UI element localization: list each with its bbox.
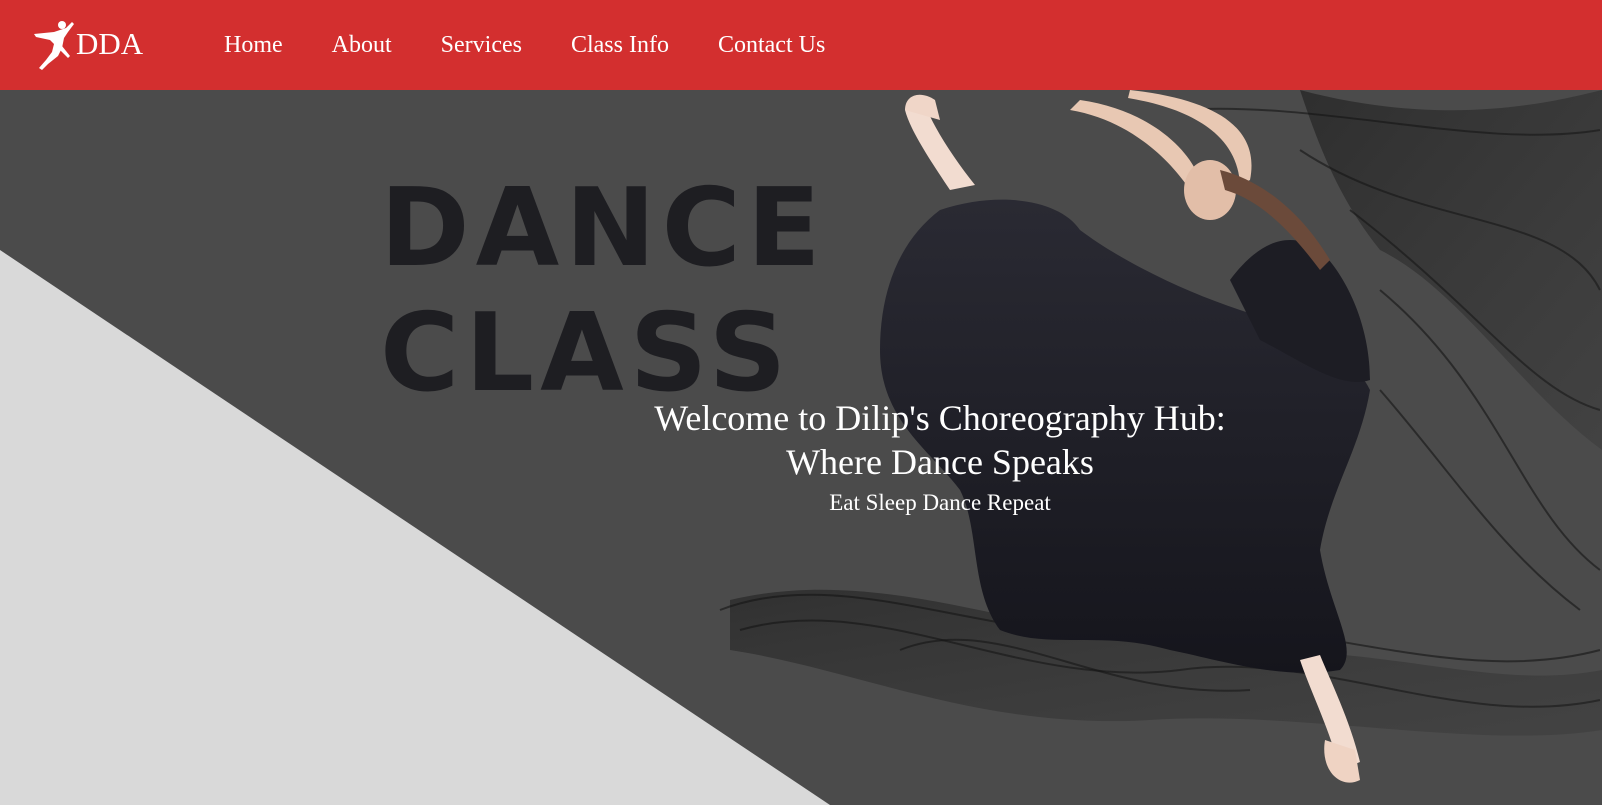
nav-class-info[interactable]: Class Info xyxy=(571,33,669,57)
hero-text-block: Welcome to Dilip's Choreography Hub: Whe… xyxy=(640,396,1240,516)
top-navbar: DDA Home About Services Class Info Conta… xyxy=(0,0,1602,90)
brand-name: DDA xyxy=(76,26,144,61)
nav-about[interactable]: About xyxy=(332,33,392,57)
main-nav: Home About Services Class Info Contact U… xyxy=(224,0,874,90)
hero-banner: DANCE CLASS Welcome to Dilip's Choreogra… xyxy=(0,90,1602,805)
hero-graphic-word-dance: DANCE xyxy=(380,166,827,291)
brand-logo[interactable]: DDA xyxy=(32,16,143,72)
hero-title: Welcome to Dilip's Choreography Hub: Whe… xyxy=(640,396,1240,484)
hero-subtitle: Eat Sleep Dance Repeat xyxy=(829,490,1051,515)
dancer-logo-icon xyxy=(32,16,80,72)
nav-services[interactable]: Services xyxy=(441,33,522,57)
hero-title-line1: Welcome to Dilip's Choreography Hub: xyxy=(654,398,1226,438)
nav-home[interactable]: Home xyxy=(224,33,283,57)
nav-contact-us[interactable]: Contact Us xyxy=(718,33,825,57)
hero-title-line2: Where Dance Speaks xyxy=(786,442,1094,482)
